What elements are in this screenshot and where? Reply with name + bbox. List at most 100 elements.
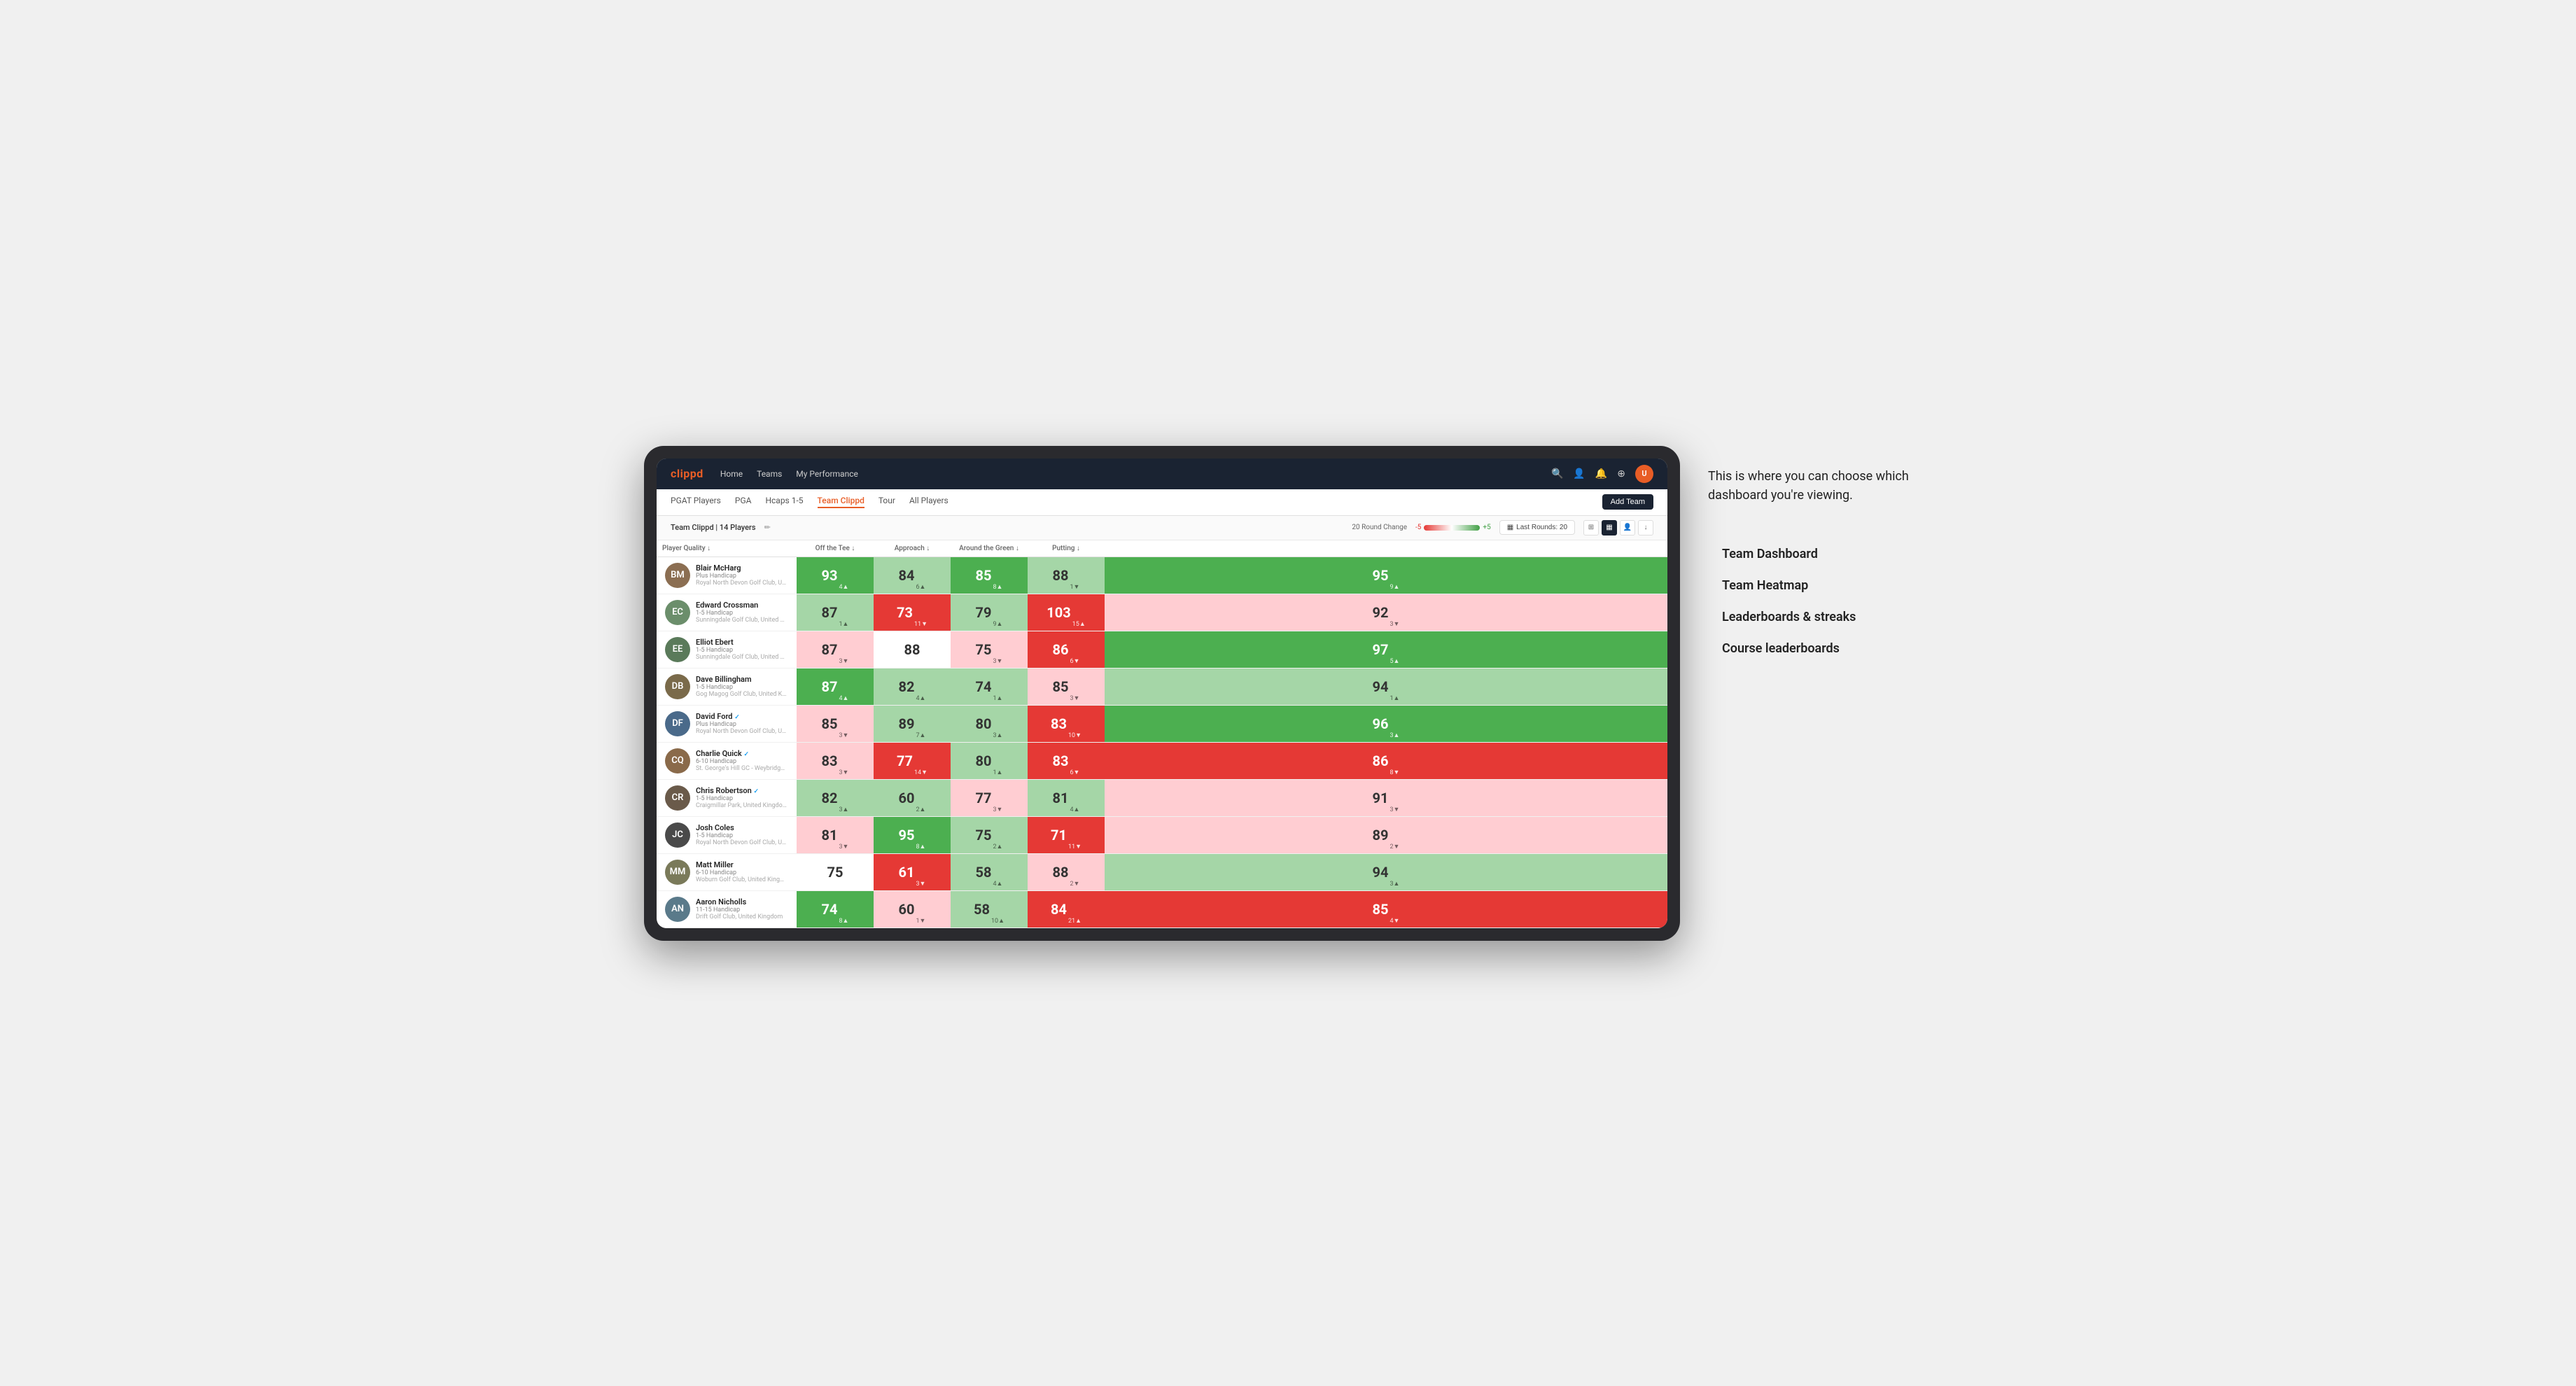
edit-icon[interactable]: ✏ <box>764 523 771 532</box>
player-name: Edward Crossman <box>696 601 788 610</box>
player-cell: CQ Charlie Quick ✓ 6-10 Handicap St. Geo… <box>657 742 797 779</box>
score-value: 89 <box>899 715 915 732</box>
circle-plus-icon[interactable]: ⊕ <box>1617 468 1625 479</box>
table-row[interactable]: DF David Ford ✓ Plus Handicap Royal Nort… <box>657 705 1667 742</box>
score-delta: 8 <box>993 583 1002 591</box>
nav-teams[interactable]: Teams <box>757 469 782 479</box>
table-row[interactable]: DB Dave Billingham 1-5 Handicap Gog Mago… <box>657 668 1667 705</box>
score-box: 87 3 <box>797 631 874 668</box>
score-value: 85 <box>1053 678 1069 695</box>
player-cell: BM Blair McHarg Plus Handicap Royal Nort… <box>657 556 797 594</box>
nav-my-performance[interactable]: My Performance <box>796 469 858 479</box>
player-avatar: EE <box>665 637 690 662</box>
player-info: Matt Miller 6-10 Handicap Woburn Golf Cl… <box>696 860 788 883</box>
score-box: 95 8 <box>874 817 951 853</box>
score-cell-approach: 74 1 <box>951 668 1028 705</box>
score-delta: 11 <box>914 620 927 628</box>
option-leaderboards: Leaderboards & streaks <box>1722 610 1932 624</box>
table-row[interactable]: BM Blair McHarg Plus Handicap Royal Nort… <box>657 556 1667 594</box>
player-cell: CR Chris Robertson ✓ 1-5 Handicap Craigm… <box>657 779 797 816</box>
score-box: 58 10 <box>951 891 1028 927</box>
score-box: 87 4 <box>797 668 874 705</box>
score-delta: 3 <box>993 806 1002 813</box>
tab-pgat-players[interactable]: PGAT Players <box>671 496 721 508</box>
score-value: 82 <box>822 790 838 806</box>
sub-nav: PGAT Players PGA Hcaps 1-5 Team Clippd T… <box>657 489 1667 516</box>
score-value: 85 <box>1373 901 1389 918</box>
score-cell-putting: 95 9 <box>1105 556 1667 594</box>
score-box: 81 3 <box>797 817 874 853</box>
score-value: 89 <box>1373 827 1389 844</box>
score-box: 86 6 <box>1028 631 1105 668</box>
score-cell-off-tee: 73 11 <box>874 594 951 631</box>
view-grid-large-button[interactable]: ⊞ <box>1583 520 1599 536</box>
last-rounds-button[interactable]: ▦ Last Rounds: 20 <box>1499 520 1575 535</box>
score-delta: 3 <box>993 657 1002 665</box>
score-box: 87 1 <box>797 594 874 631</box>
nav-links: Home Teams My Performance <box>720 469 1534 479</box>
score-value: 79 <box>976 604 992 621</box>
table-row[interactable]: CR Chris Robertson ✓ 1-5 Handicap Craigm… <box>657 779 1667 816</box>
score-box: 84 6 <box>874 557 951 594</box>
score-cell-around-green: 84 21 <box>1028 890 1105 927</box>
bell-icon[interactable]: 🔔 <box>1595 468 1607 479</box>
search-icon[interactable]: 🔍 <box>1551 468 1563 479</box>
person-icon[interactable]: 👤 <box>1573 468 1585 479</box>
player-handicap: 1-5 Handicap <box>696 684 788 691</box>
score-delta: 1 <box>1070 583 1079 591</box>
score-cell-player-quality: 85 3 <box>797 705 874 742</box>
score-box: 77 14 <box>874 743 951 779</box>
score-delta: 6 <box>1070 657 1079 665</box>
score-delta: 15 <box>1072 620 1086 628</box>
tab-all-players[interactable]: All Players <box>909 496 948 508</box>
tab-team-clippd[interactable]: Team Clippd <box>818 496 864 508</box>
tablet-frame: clippd Home Teams My Performance 🔍 👤 🔔 ⊕… <box>644 446 1680 941</box>
score-cell-approach: 75 3 <box>951 631 1028 668</box>
annotation-title: This is where you can choose which dashb… <box>1708 467 1932 505</box>
user-avatar[interactable]: U <box>1635 465 1653 483</box>
tab-pga[interactable]: PGA <box>735 496 752 508</box>
col-header-approach[interactable]: Approach ↓ <box>874 540 951 557</box>
view-download-button[interactable]: ↓ <box>1638 520 1653 536</box>
table-row[interactable]: MM Matt Miller 6-10 Handicap Woburn Golf… <box>657 853 1667 890</box>
score-box: 92 3 <box>1105 594 1667 631</box>
score-cell-putting: 96 3 <box>1105 705 1667 742</box>
round-change-label: 20 Round Change <box>1352 524 1407 531</box>
table-row[interactable]: EC Edward Crossman 1-5 Handicap Sunningd… <box>657 594 1667 631</box>
score-box: 79 9 <box>951 594 1028 631</box>
view-grid-small-button[interactable]: ▦ <box>1602 520 1617 536</box>
tab-tour[interactable]: Tour <box>878 496 895 508</box>
score-box: 60 1 <box>874 891 951 927</box>
player-avatar: CR <box>665 785 690 811</box>
score-delta: 6 <box>916 583 925 591</box>
player-name: Blair McHarg <box>696 564 788 573</box>
table-row[interactable]: EE Elliot Ebert 1-5 Handicap Sunningdale… <box>657 631 1667 668</box>
player-club: Royal North Devon Golf Club, United King… <box>696 580 787 587</box>
player-club: Royal North Devon Golf Club, United King… <box>696 728 787 735</box>
score-value: 60 <box>899 790 915 806</box>
score-value: 80 <box>976 752 992 769</box>
score-delta: 14 <box>914 769 927 776</box>
nav-home[interactable]: Home <box>720 469 743 479</box>
score-cell-approach: 85 8 <box>951 556 1028 594</box>
table-row[interactable]: JC Josh Coles 1-5 Handicap Royal North D… <box>657 816 1667 853</box>
col-header-player[interactable]: Player Quality ↓ <box>657 540 797 557</box>
score-cell-off-tee: 89 7 <box>874 705 951 742</box>
score-delta: 3 <box>1390 880 1399 888</box>
player-avatar: EC <box>665 600 690 625</box>
view-heatmap-button[interactable]: 👤 <box>1620 520 1635 536</box>
option-team-heatmap: Team Heatmap <box>1722 578 1932 593</box>
score-box: 85 3 <box>797 706 874 742</box>
score-delta: 1 <box>916 917 925 925</box>
add-team-button[interactable]: Add Team <box>1602 494 1653 510</box>
col-header-off-tee[interactable]: Off the Tee ↓ <box>797 540 874 557</box>
tab-hcaps[interactable]: Hcaps 1-5 <box>765 496 803 508</box>
col-header-around-green[interactable]: Around the Green ↓ <box>951 540 1028 557</box>
score-value: 58 <box>974 901 990 918</box>
score-delta: 8 <box>839 917 848 925</box>
table-row[interactable]: CQ Charlie Quick ✓ 6-10 Handicap St. Geo… <box>657 742 1667 779</box>
col-header-putting[interactable]: Putting ↓ <box>1028 540 1105 557</box>
score-cell-around-green: 81 4 <box>1028 779 1105 816</box>
round-change-scale: -5 +5 <box>1415 524 1491 531</box>
table-row[interactable]: AN Aaron Nicholls 11-15 Handicap Drift G… <box>657 890 1667 927</box>
